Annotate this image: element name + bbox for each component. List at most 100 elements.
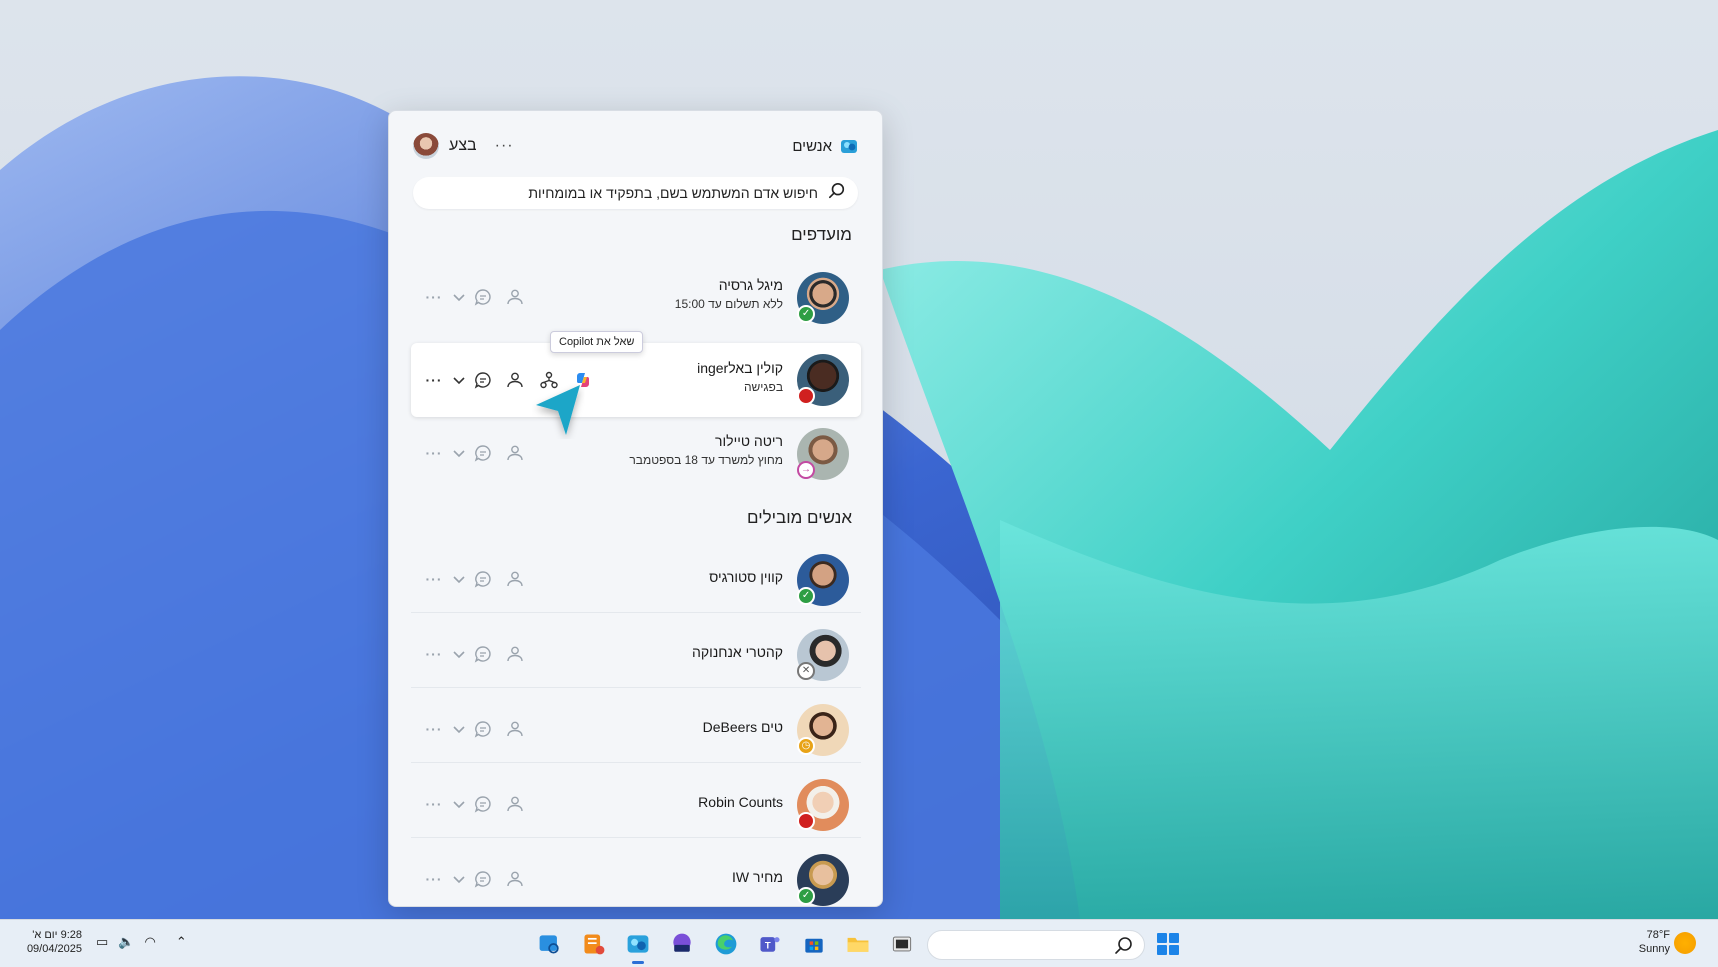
system-clock[interactable]: 9:28 יום א' 09/04/2025 (12, 928, 82, 956)
chat-icon[interactable] (471, 792, 495, 816)
more-options-button[interactable]: ··· (495, 137, 514, 155)
chat-icon[interactable] (471, 285, 495, 309)
person-row[interactable]: Robin Counts ··· (411, 770, 861, 838)
volume-icon[interactable]: 🔈 (118, 934, 134, 950)
chevron-down-icon[interactable] (447, 441, 471, 465)
row-actions: ··· (421, 567, 527, 591)
person-name: מיגל גרסיה (718, 277, 783, 293)
person-name: Robin Counts (698, 794, 783, 810)
chat-icon[interactable] (471, 717, 495, 741)
my-avatar (413, 133, 439, 159)
person-row[interactable]: ✓ קווין סטורגיס ··· (411, 545, 861, 613)
chat-icon[interactable] (471, 567, 495, 591)
taskbar: 9:28 יום א' 09/04/2025 ▭ 🔈 ◠ ⌃ T 78°F Su… (0, 919, 1718, 967)
chevron-down-icon[interactable] (447, 642, 471, 666)
wifi-icon[interactable]: ◠ (144, 934, 155, 950)
person-row[interactable]: → ריטה טיילור מחוץ למשרד עד 18 בספטמבר ··… (411, 419, 861, 487)
row-actions: ··· (421, 867, 527, 891)
presence-offline-icon: ✕ (797, 662, 815, 680)
more-icon[interactable]: ··· (421, 567, 447, 591)
presence-busy-icon (797, 387, 815, 405)
chevron-down-icon[interactable] (447, 368, 471, 392)
weather-description: Sunny (1638, 943, 1670, 955)
more-icon[interactable]: ··· (421, 368, 447, 392)
edu-app-icon[interactable] (667, 929, 697, 959)
person-row[interactable]: ◷ טים DeBeers ··· (411, 695, 861, 763)
person-row-hovered[interactable]: קולין באלinger בפגישה ··· (411, 343, 861, 417)
person-status: ללא תשלום עד 15:00 (674, 297, 783, 311)
store-app-icon[interactable] (799, 929, 829, 959)
people-search-box (413, 177, 858, 209)
system-tray: ▭ 🔈 ◠ ⌃ (96, 934, 187, 950)
teams-app-icon[interactable]: T (755, 929, 785, 959)
panel-header: אנשים ··· בצע (413, 131, 858, 161)
chat-icon[interactable] (471, 867, 495, 891)
person-name: קווין סטורגיס (709, 569, 783, 585)
row-actions: ··· (421, 717, 527, 741)
panel-title-group: אנשים (792, 137, 858, 155)
person-name: קולין באלinger (697, 360, 783, 376)
presence-available-icon: ✓ (797, 887, 815, 905)
more-icon[interactable]: ··· (421, 867, 447, 891)
chevron-down-icon[interactable] (447, 567, 471, 591)
terminal-app-icon[interactable] (887, 929, 917, 959)
profile-card-icon[interactable] (503, 441, 527, 465)
profile-card-icon[interactable] (503, 642, 527, 666)
person-status: מחוץ למשרד עד 18 בספטמבר (629, 453, 783, 467)
profile-card-icon[interactable] (503, 567, 527, 591)
presence-available-icon: ✓ (797, 587, 815, 605)
more-icon[interactable]: ··· (421, 285, 447, 309)
taskbar-search-box[interactable] (927, 930, 1145, 960)
file-explorer-icon[interactable] (843, 929, 873, 959)
people-panel: אנשים ··· בצע מועדפים ✓ מיגל גרסיה ללא תש… (388, 110, 883, 907)
person-name: טים DeBeers (702, 719, 783, 735)
chat-icon[interactable] (471, 642, 495, 666)
person-row[interactable]: ✕ קהטרי אנחנוקה ··· (411, 620, 861, 688)
chevron-down-icon[interactable] (447, 285, 471, 309)
sun-icon (1674, 932, 1696, 954)
clock-date: 09/04/2025 (26, 943, 82, 955)
profile-card-icon[interactable] (503, 368, 527, 392)
my-profile[interactable]: בצע (413, 133, 477, 159)
profile-card-icon[interactable] (503, 285, 527, 309)
presence-away-icon: ◷ (797, 737, 815, 755)
top-people-heading: אנשים מובילים (747, 508, 852, 527)
row-actions: ··· (421, 441, 527, 465)
row-actions: ··· (421, 792, 527, 816)
battery-icon[interactable]: ▭ (96, 934, 108, 950)
chevron-down-icon[interactable] (447, 717, 471, 741)
weather-temperature: 78°F (1646, 929, 1670, 941)
tasks-app-icon[interactable] (579, 929, 609, 959)
chat-icon[interactable] (471, 368, 495, 392)
chat-icon[interactable] (471, 441, 495, 465)
weather-widget[interactable]: 78°F Sunny (1630, 928, 1670, 956)
start-button[interactable] (1157, 933, 1179, 955)
edge-browser-icon[interactable] (711, 929, 741, 959)
people-search-input[interactable] (425, 185, 818, 201)
people-search-app-icon[interactable] (535, 929, 565, 959)
person-status: בפגישה (743, 380, 783, 394)
person-row[interactable]: ✓ מחיר IW ··· (411, 845, 861, 906)
profile-card-icon[interactable] (503, 717, 527, 741)
search-icon (1115, 937, 1132, 954)
person-row[interactable]: ✓ מיגל גרסיה ללא תשלום עד 15:00 ··· (411, 263, 861, 331)
svg-text:T: T (765, 940, 771, 951)
profile-card-icon[interactable] (503, 867, 527, 891)
copilot-tooltip: שאל את Copilot (550, 331, 644, 353)
favorites-heading: מועדפים (791, 225, 852, 244)
more-icon[interactable]: ··· (421, 441, 447, 465)
profile-card-icon[interactable] (503, 792, 527, 816)
presence-out-of-office-icon: → (797, 461, 815, 479)
presence-busy-icon (797, 812, 815, 830)
search-icon[interactable] (828, 182, 846, 205)
people-app-icon[interactable] (623, 929, 653, 964)
chevron-down-icon[interactable] (447, 792, 471, 816)
more-icon[interactable]: ··· (421, 642, 447, 666)
person-name: קהטרי אנחנוקה (692, 644, 783, 660)
more-icon[interactable]: ··· (421, 717, 447, 741)
chevron-up-icon[interactable]: ⌃ (176, 934, 187, 950)
more-icon[interactable]: ··· (421, 792, 447, 816)
presence-available-icon: ✓ (797, 305, 815, 323)
panel-title: אנשים (792, 137, 832, 155)
chevron-down-icon[interactable] (447, 867, 471, 891)
